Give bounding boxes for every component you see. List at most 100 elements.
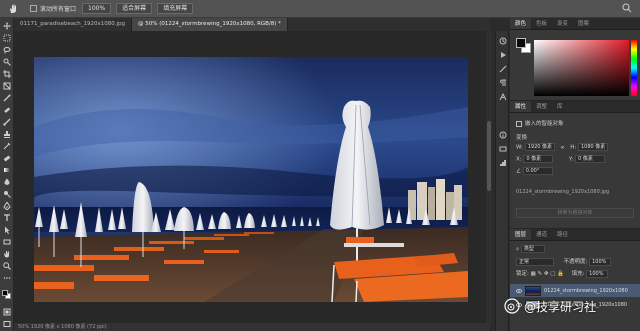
blend-mode-select[interactable]: 正常: [516, 257, 554, 266]
marquee-tool-icon[interactable]: [3, 34, 11, 42]
gradient-tool-icon[interactable]: [3, 166, 11, 174]
fit-screen-button[interactable]: 适合屏幕: [116, 3, 153, 14]
properties-panel: 属性 调整 库 嵌入的智能对象 变换 W: 1920 像素 ∞ H: 1080 …: [510, 100, 640, 228]
brush-tool-icon[interactable]: [3, 118, 11, 126]
path-selection-tool-icon[interactable]: [3, 226, 11, 234]
zoom-100-button[interactable]: 100%: [82, 3, 112, 14]
tab-patterns[interactable]: 图案: [573, 18, 594, 29]
layers-panel-tabs: 图层 通道 路径: [510, 229, 640, 241]
rectangle-tool-icon[interactable]: [3, 238, 11, 246]
tab-channels[interactable]: 通道: [531, 229, 552, 240]
visibility-eye-icon[interactable]: [516, 288, 522, 294]
document-tabs: 01171_paradisebeach_1920x1080.jpg @ 50% …: [14, 18, 490, 31]
smart-object-type: 嵌入的智能对象: [516, 119, 564, 127]
layer-kind-select[interactable]: 类型: [520, 245, 545, 253]
clone-stamp-tool-icon[interactable]: [3, 130, 11, 138]
status-bar: 50% 1920 像素 x 1080 像素 (72 ppi): [14, 323, 490, 331]
blur-tool-icon[interactable]: [3, 178, 11, 186]
foreground-color-swatch[interactable]: [516, 38, 526, 48]
lock-label: 锁定:: [516, 271, 529, 277]
width-field[interactable]: 1920 像素: [524, 143, 555, 151]
scroll-all-windows-label: 滚动所有窗口: [40, 6, 77, 13]
y-field[interactable]: 0 像素: [575, 155, 606, 163]
layer-name: 01224_stormbrewing_1920x1080: [544, 287, 628, 294]
opacity-label: 不透明度:: [563, 259, 588, 265]
character-icon[interactable]: [499, 92, 507, 101]
history-icon[interactable]: [499, 37, 507, 45]
hue-slider[interactable]: [631, 40, 637, 96]
tab-properties[interactable]: 属性: [510, 101, 532, 112]
search-icon[interactable]: [622, 3, 634, 15]
fill-label: 填充:: [571, 271, 585, 277]
paragraph-icon[interactable]: [499, 79, 507, 87]
quick-select-tool-icon[interactable]: [3, 58, 11, 66]
layer-row[interactable]: 01224_stormbrewing_1920x1080: [510, 284, 640, 297]
layer-filter-row: ⌕ 类型: [516, 245, 545, 254]
tab-stormbrewing[interactable]: @ 50% (01224_stormbrewing_1920x1080, RGB…: [132, 18, 288, 31]
dodge-tool-icon[interactable]: [3, 190, 11, 198]
more-tools-icon[interactable]: [3, 274, 11, 282]
fg-bg-swatches[interactable]: [516, 38, 536, 58]
navigator-icon[interactable]: [499, 145, 507, 153]
blend-row: 正常 不透明度: 100%: [516, 257, 612, 266]
angle-field[interactable]: 0.00°: [522, 167, 553, 175]
width-row: W: 1920 像素 ∞ H: 1080 像素: [516, 143, 608, 151]
tab-paradisebeach[interactable]: 01171_paradisebeach_1920x1080.jpg: [14, 18, 133, 31]
lasso-tool-icon[interactable]: [3, 46, 11, 54]
tab-layers[interactable]: 图层: [510, 229, 532, 240]
healing-brush-tool-icon[interactable]: [3, 106, 11, 114]
vertical-scrollbar[interactable]: [486, 31, 492, 323]
layers-panel: 图层 通道 路径 ⌕ 类型 正常 不透明度: 100% 锁定: ▦ ✎ ✥ ▢ …: [510, 228, 640, 331]
smart-object-label: 嵌入的智能对象: [525, 121, 564, 127]
tab-swatches[interactable]: 色板: [531, 18, 552, 29]
history-brush-tool-icon[interactable]: [3, 142, 11, 150]
histogram-icon[interactable]: [499, 159, 507, 167]
tab-libraries[interactable]: 库: [552, 101, 568, 112]
height-label: H:: [570, 144, 577, 151]
color-field[interactable]: [534, 40, 629, 96]
eraser-tool-icon[interactable]: [3, 154, 11, 162]
scroll-all-windows-checkbox[interactable]: [30, 5, 37, 12]
lock-icons[interactable]: ▦ ✎ ✥ ▢ 🔒: [531, 271, 564, 277]
brushes-icon[interactable]: [499, 65, 507, 73]
convert-to-linked-button[interactable]: 转换为链接对象: [516, 208, 634, 218]
zoom-tool-icon[interactable]: [3, 262, 11, 270]
angle-icon: ∠: [516, 168, 523, 175]
pen-tool-icon[interactable]: [3, 202, 11, 210]
properties-panel-tabs: 属性 调整 库: [510, 101, 640, 113]
right-panels: 颜色 色板 渐变 图案 属性 调整 库 嵌入的智能对象 变换 W: 1920 像…: [510, 18, 640, 331]
tools-panel: [0, 18, 14, 331]
x-field[interactable]: 0 像素: [523, 155, 554, 163]
tab-paths[interactable]: 路径: [552, 229, 573, 240]
scrollbar-thumb[interactable]: [487, 121, 491, 191]
position-row: X: 0 像素 Y: 0 像素: [516, 155, 606, 163]
color-panel-tabs: 颜色 色板 渐变 图案: [510, 18, 640, 30]
hand-tool-icon[interactable]: [6, 2, 20, 16]
fill-field[interactable]: 100%: [586, 269, 609, 278]
angle-row: ∠ 0.00°: [516, 167, 553, 175]
color-swatches-small[interactable]: [2, 290, 12, 300]
info-icon[interactable]: [499, 131, 507, 139]
type-tool-icon[interactable]: [3, 214, 11, 222]
tab-color[interactable]: 颜色: [510, 18, 532, 29]
options-bar: 滚动所有窗口 100% 适合屏幕 填充屏幕: [0, 0, 640, 18]
color-panel: 颜色 色板 渐变 图案: [510, 18, 640, 100]
tab-gradients[interactable]: 渐变: [552, 18, 573, 29]
storm-beach-photo: [34, 57, 468, 302]
x-label: X:: [516, 156, 522, 163]
opacity-field[interactable]: 100%: [589, 257, 612, 266]
quick-mask-icon[interactable]: [3, 308, 11, 316]
actions-icon[interactable]: [499, 51, 507, 59]
tab-adjustments[interactable]: 调整: [531, 101, 552, 112]
screen-mode-icon[interactable]: [3, 320, 11, 328]
document-image[interactable]: [34, 57, 468, 302]
eyedropper-tool-icon[interactable]: [3, 94, 11, 102]
hand-tool-sidebar-icon[interactable]: [3, 250, 11, 258]
fill-screen-button[interactable]: 填充屏幕: [157, 3, 194, 14]
link-icon[interactable]: ∞: [556, 145, 568, 151]
move-tool-icon[interactable]: [3, 22, 11, 30]
transform-section-label: 变换: [516, 135, 528, 141]
height-field[interactable]: 1080 像素: [577, 143, 608, 151]
crop-tool-icon[interactable]: [3, 70, 11, 78]
frame-tool-icon[interactable]: [3, 82, 11, 90]
